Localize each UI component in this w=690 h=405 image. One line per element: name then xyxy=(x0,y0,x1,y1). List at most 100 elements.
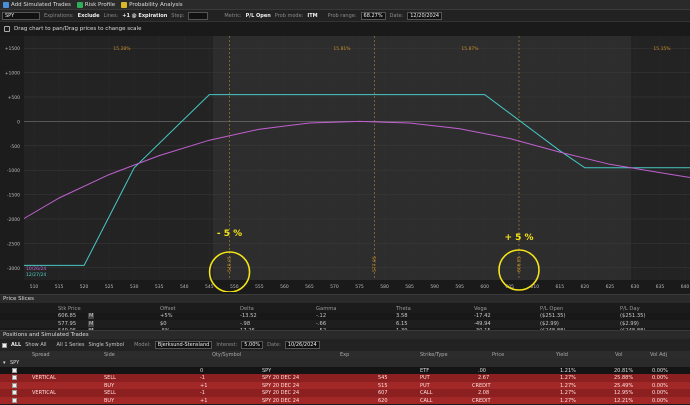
interest-value: 5.00% xyxy=(244,342,261,348)
position-strike[interactable]: 620 xyxy=(378,398,388,404)
price-slice-cell[interactable]: 577.95 xyxy=(58,321,76,327)
row-checkbox[interactable] xyxy=(12,397,17,403)
price-slice-cell: -13.52 xyxy=(240,313,257,320)
price-slice-cell: -17.42 xyxy=(474,313,491,320)
slice-marker-button[interactable]: M xyxy=(88,313,95,320)
model-select[interactable]: Bjerksund-Stensland xyxy=(154,341,213,349)
show-all-select[interactable]: Show All xyxy=(25,342,46,348)
chart-hint-bar: Drag chart to pan/Drag prices to change … xyxy=(0,22,690,36)
price-slice-cell[interactable]: 606.85 xyxy=(58,313,76,319)
position-voladj: 0.00% xyxy=(652,367,668,374)
position-group-row[interactable]: ▾ SPY xyxy=(0,359,690,367)
x-tick-label: 560 xyxy=(280,284,289,290)
risk-profile-chart[interactable]: +1500 +1000 +500 0 -500 -1000 -1500 -2000 -2500 -… xyxy=(0,36,690,292)
x-tick-label: 540 xyxy=(180,284,189,290)
x-tick-label: 640 xyxy=(681,284,690,290)
y-tick-label: -2500 xyxy=(7,241,20,247)
plus-icon xyxy=(3,1,9,8)
position-vol: 12.95% xyxy=(614,390,634,396)
price-slices-title: Price Slices xyxy=(3,296,34,302)
x-tick-label: 565 xyxy=(305,284,314,290)
lines-select[interactable]: +1 @ Expiration xyxy=(122,13,167,19)
date-label: Date: xyxy=(389,12,404,19)
position-qty[interactable]: +1 xyxy=(200,398,207,404)
col-pl-open: P/L Open xyxy=(540,305,564,312)
position-price2: CREDIT xyxy=(472,397,491,404)
position-strike[interactable]: 515 xyxy=(378,383,388,389)
position-yield: 1.21% xyxy=(560,367,576,374)
prob-range-input[interactable]: 68.27% xyxy=(360,11,386,20)
symbol-value: SPY xyxy=(5,12,15,19)
tab-label: Probability Analysis xyxy=(129,1,183,8)
x-tick-label: 600 xyxy=(480,284,489,290)
slice-price-label: 549.05 xyxy=(227,256,233,272)
chart-icon xyxy=(76,1,83,8)
position-qty[interactable]: -1 xyxy=(200,390,205,396)
interest-input[interactable]: 5.00% xyxy=(241,341,264,349)
row-checkbox[interactable] xyxy=(12,367,17,373)
col-vol: Vol xyxy=(615,352,623,358)
position-row[interactable]: VERTICAL SELL -1 SPY 20 DEC 24 545 PUT 2.67 1.2… xyxy=(0,374,690,382)
row-checkbox[interactable] xyxy=(12,375,17,380)
price-slice-row[interactable]: 577.95 $0 -.98 -.66 6.15 -49.94 ($2.99) ($2.99)… xyxy=(0,320,690,328)
x-tick-label: 630 xyxy=(631,284,640,290)
x-tick-label: 515 xyxy=(55,284,64,290)
metric-label: Metric: xyxy=(224,12,242,19)
col-delta: Delta xyxy=(240,305,254,312)
position-strike[interactable]: 607 xyxy=(378,390,388,396)
col-theta: Theta xyxy=(396,305,411,312)
col-vega: Vega xyxy=(474,305,487,312)
position-qty[interactable]: -1 xyxy=(200,375,205,381)
metric-select[interactable]: P/L Open xyxy=(246,13,271,19)
position-row[interactable]: VERTICAL SELL -1 SPY 20 DEC 24 607 CALL 2.08 1.… xyxy=(0,389,690,397)
collapse-icon[interactable]: ▾ xyxy=(3,360,6,366)
price-slice-row[interactable]: 606.85 +5% -13.52 -.12 3.58 -17.42 ($251.35) ($… xyxy=(0,312,690,320)
position-qty[interactable]: 0 xyxy=(200,368,203,374)
position-side[interactable]: BUY xyxy=(104,398,114,404)
all-checkbox[interactable] xyxy=(2,342,7,348)
single-symbol-select[interactable]: Single Symbol xyxy=(88,342,124,348)
price-slice-cell[interactable]: $0 xyxy=(160,321,167,327)
tab-probability-analysis[interactable]: Probability Analysis xyxy=(121,1,183,8)
positions-date-input[interactable]: 10/26/2024 xyxy=(284,341,320,349)
model-value: Bjerksund-Stensland xyxy=(157,342,210,348)
position-qty[interactable]: +1 xyxy=(200,383,207,389)
positions-table-header: Spread Side Qty/Symbol Exp Strike/Type P… xyxy=(0,351,690,359)
tab-label: Add Simulated Trades xyxy=(11,1,71,8)
positions-toolbar: ALL Show All All 1 Series Single Symbol … xyxy=(0,339,690,351)
position-price[interactable]: 2.08 xyxy=(478,390,489,396)
x-tick-label: 545 xyxy=(205,284,214,290)
price-slice-cell[interactable]: +5% xyxy=(160,313,173,319)
series-select[interactable]: All 1 Series xyxy=(57,342,85,348)
position-row[interactable]: BUY +1 SPY 20 DEC 24 515 PUT CREDIT 1.27% 25.49… xyxy=(0,381,690,389)
position-price[interactable]: .00 xyxy=(478,368,486,374)
step-input[interactable] xyxy=(188,11,209,20)
tab-add-simulated-trades[interactable]: Add Simulated Trades xyxy=(3,1,71,8)
tab-label: Risk Profile xyxy=(84,1,116,8)
prob-mode-select[interactable]: ITM xyxy=(307,13,317,19)
position-price[interactable]: 2.67 xyxy=(478,375,489,381)
position-type: CALL xyxy=(420,390,433,396)
positions-header[interactable]: Positions and Simulated Trades xyxy=(0,330,690,339)
position-row[interactable]: 0 SPY ETF .00 1.21% 20.81% 0.00% xyxy=(0,366,690,374)
row-checkbox[interactable] xyxy=(12,390,17,395)
position-row[interactable]: BUY +1 SPY 20 DEC 24 620 CALL CREDIT 1.27% 12.2… xyxy=(0,396,690,404)
date-input[interactable]: 12/20/2024 xyxy=(407,11,443,20)
slice-marker-button[interactable]: M xyxy=(88,320,95,327)
col-pl-day: P/L Day xyxy=(620,305,640,312)
expiration-select[interactable]: Exclude xyxy=(78,13,100,19)
price-slices-header[interactable]: Price Slices xyxy=(0,294,690,303)
position-voladj: 0.00% xyxy=(652,382,668,389)
position-side[interactable]: SELL xyxy=(104,375,116,381)
position-side[interactable]: SELL xyxy=(104,390,116,396)
position-strike[interactable]: 545 xyxy=(378,375,388,381)
x-tick-label: 550 xyxy=(230,284,239,290)
x-tick-label: 585 xyxy=(405,284,414,290)
row-checkbox[interactable] xyxy=(12,382,17,388)
tab-risk-profile[interactable]: Risk Profile xyxy=(76,1,116,8)
position-voladj: 0.00% xyxy=(652,375,668,381)
position-side[interactable]: BUY xyxy=(104,383,114,389)
position-voladj: 0.00% xyxy=(652,397,668,404)
symbol-select[interactable]: SPY xyxy=(2,11,40,20)
positions-date-value: 10/26/2024 xyxy=(287,342,317,348)
